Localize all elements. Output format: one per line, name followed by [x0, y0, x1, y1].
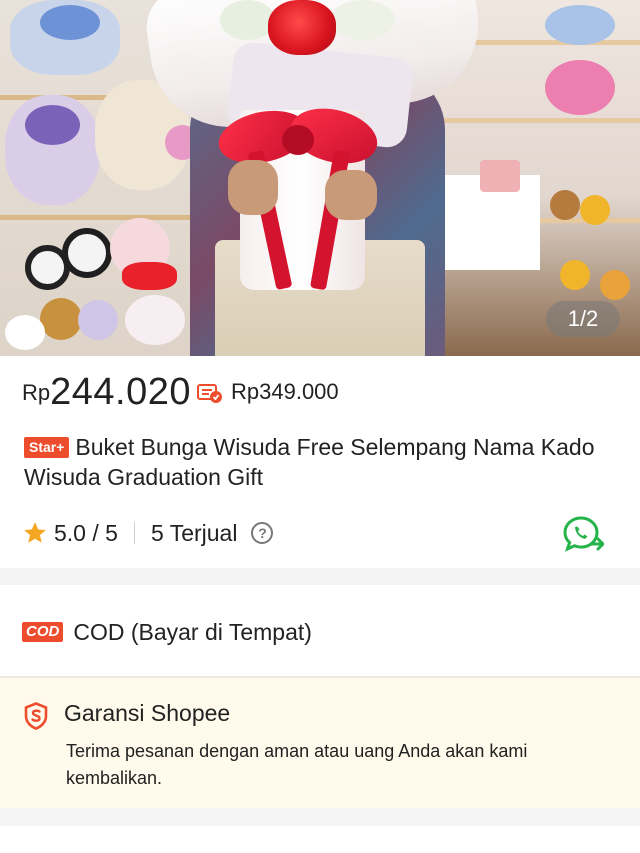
- photo-baby-breath: [330, 0, 395, 40]
- section-gap: [0, 568, 640, 585]
- photo-hand: [325, 170, 377, 220]
- guarantee-title: Garansi Shopee: [64, 700, 231, 726]
- rating-score: 5.0 / 5: [54, 519, 118, 546]
- photo-flowers: [545, 60, 615, 115]
- photo-flowers: [40, 5, 100, 40]
- photo-plush: [40, 298, 82, 340]
- photo-rose: [268, 0, 336, 55]
- product-title: Star+ Buket Bunga Wisuda Free Selempang N…: [24, 432, 614, 492]
- product-image[interactable]: 1/2: [0, 0, 640, 356]
- cod-row[interactable]: COD COD (Bayar di Tempat): [22, 616, 312, 648]
- cod-label: COD (Bayar di Tempat): [73, 618, 312, 645]
- current-price: 244.020: [50, 371, 191, 413]
- star-plus-badge: Star+: [24, 437, 70, 458]
- image-counter: 1/2: [546, 301, 620, 337]
- section-gap: [0, 808, 640, 826]
- help-icon[interactable]: ?: [251, 522, 274, 544]
- photo-plush: [580, 195, 610, 225]
- photo-plush: [125, 295, 185, 345]
- guarantee-description: Terima pesanan dengan aman atau uang And…: [66, 741, 528, 788]
- photo-shelf: [0, 215, 200, 220]
- photo-baby-breath: [220, 0, 275, 40]
- photo-plush: [550, 190, 580, 220]
- price-row: Rp 244.020 Rp349.000: [22, 366, 339, 414]
- photo-heart: [122, 262, 177, 290]
- photo-flowers: [25, 105, 80, 145]
- coin-voucher-icon[interactable]: [197, 382, 223, 404]
- photo-shelf: [440, 118, 640, 123]
- product-title-text: Buket Bunga Wisuda Free Selempang Nama K…: [24, 434, 595, 490]
- photo-plush: [62, 228, 112, 278]
- photo-hand: [228, 160, 278, 215]
- divider: [133, 522, 135, 544]
- sold-count: 5 Terjual: [150, 519, 238, 546]
- guarantee-section[interactable]: Garansi Shopee Terima pesanan dengan ama…: [0, 678, 640, 808]
- photo-plush: [78, 300, 118, 340]
- star-icon: [22, 520, 48, 546]
- photo-plush: [560, 260, 590, 290]
- rating-row[interactable]: 5.0 / 5 5 Terjual ?: [22, 516, 274, 550]
- photo-plush: [600, 270, 630, 300]
- price-currency: Rp: [22, 380, 51, 405]
- photo-plush: [5, 315, 45, 350]
- cod-badge: COD: [22, 622, 64, 642]
- photo-flowers: [545, 5, 615, 45]
- whatsapp-share-icon[interactable]: [562, 514, 605, 554]
- photo-ribbon-knot: [282, 125, 314, 155]
- photo-gift-box: [480, 160, 520, 192]
- shield-icon: [24, 702, 48, 730]
- original-price: Rp349.000: [231, 379, 339, 404]
